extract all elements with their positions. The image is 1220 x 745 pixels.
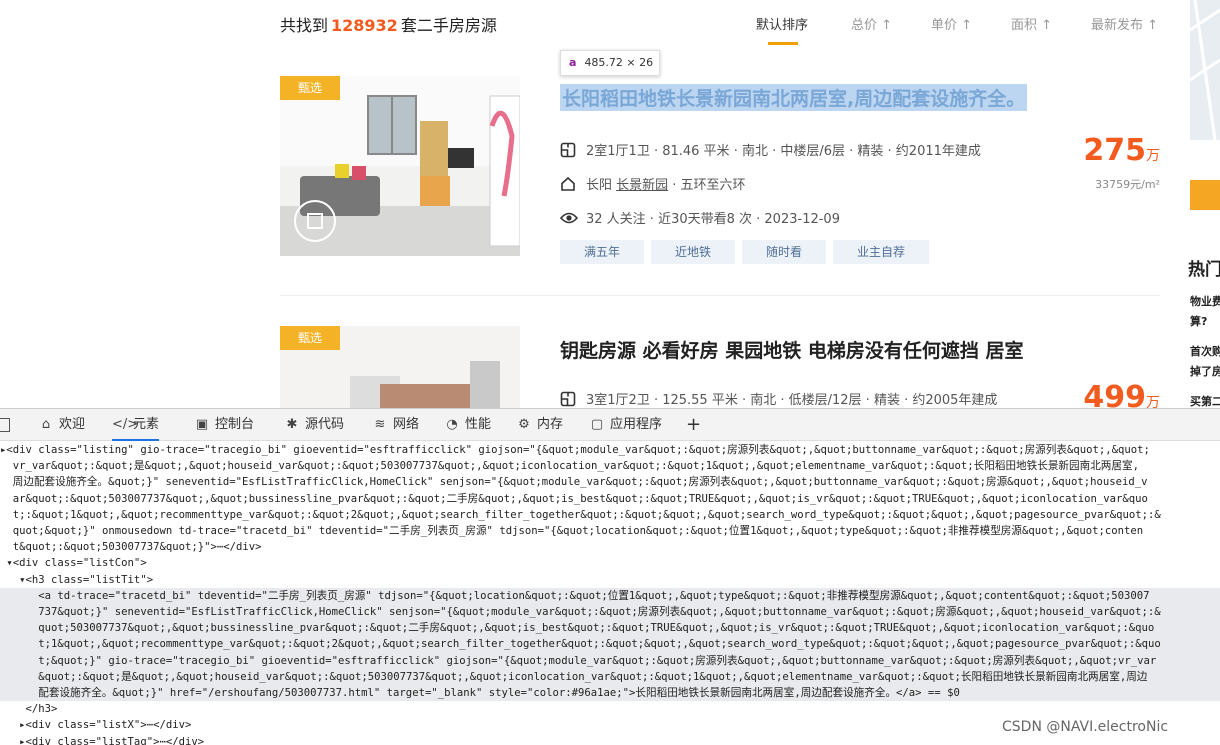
listing-divider	[280, 295, 1160, 296]
dom-tree-line[interactable]: <a td-trace="tracetd_bi" tdeventid="二手房_…	[0, 587, 1220, 604]
house-info: 2室1厅1卫 · 81.46 平米 · 南北 · 中楼层/6层 · 精装 · 约…	[560, 140, 981, 159]
home-icon	[560, 176, 576, 192]
hot-topic-item[interactable]: 物业费	[1190, 291, 1220, 312]
application-icon: ▢	[590, 417, 604, 432]
hot-topic-item[interactable]: 算?	[1190, 311, 1207, 332]
sort-active-underline	[768, 42, 798, 45]
dom-tree-line[interactable]: 配套设施齐全。&quot;}" href="/ershoufang/503007…	[0, 685, 1220, 702]
unit-price: 33759元/m²	[1095, 178, 1160, 191]
hot-topic-item[interactable]: 首次购	[1190, 341, 1220, 362]
tab-memory[interactable]: ⚙ 内存	[516, 409, 563, 441]
dom-tree-line[interactable]: quot;503007737&quot;,&quot;bussinessline…	[0, 620, 1220, 637]
listing-title[interactable]: 长阳稻田地铁长景新园南北两居室,周边配套设施齐全。	[560, 84, 1028, 111]
map-thumbnail[interactable]	[1190, 0, 1220, 140]
house-info: 3室1厅2卫 · 125.55 平米 · 南北 · 低楼层/12层 · 精装 ·…	[560, 389, 997, 408]
memory-icon: ⚙	[518, 417, 530, 432]
community-link[interactable]: 长景新园	[616, 178, 668, 193]
dom-tree-line[interactable]: &quot;:&quot;是&quot;,&quot;houseid_var&q…	[0, 668, 1220, 685]
result-summary: 共找到 128932 套二手房房源	[280, 16, 497, 35]
hot-topic-item[interactable]: 买第二	[1190, 391, 1220, 408]
inspect-tooltip: a 485.72 × 26	[560, 50, 660, 76]
listing-photo[interactable]: 甄选	[280, 76, 520, 256]
dom-tree-line[interactable]: ▾<h3 class="listTit">	[0, 572, 1220, 588]
dom-tree-line[interactable]: t;:&quot;1&quot;,&quot;recommenttype_var…	[0, 507, 1220, 523]
tab-console[interactable]: ▣ 控制台	[194, 409, 254, 441]
eye-icon	[559, 210, 579, 226]
dom-tree-line[interactable]: vr_var&quot;:&quot;是&quot;,&quot;houseid…	[0, 458, 1220, 474]
listing-card[interactable]: 甄选 钥匙房源 必看好房 果园地铁 电梯房没有任何遮挡 居室 3室1厅2卫 · …	[280, 326, 1160, 408]
hot-topic-item[interactable]: 掉了房	[1190, 361, 1220, 382]
featured-badge: 甄选	[280, 326, 340, 350]
dom-tree-line[interactable]: quot;&quot;}" onmousedown td-trace="trac…	[0, 523, 1220, 539]
listing-title[interactable]: 钥匙房源 必看好房 果园地铁 电梯房没有任何遮挡 居室	[560, 336, 1023, 363]
tag: 近地铁	[651, 240, 736, 264]
tab-network[interactable]: ≋ 网络	[372, 409, 419, 441]
elements-tree[interactable]: ▸<div class="listing" gio-trace="tracegi…	[0, 442, 1220, 745]
sources-icon: ✱	[286, 417, 298, 432]
watermark: CSDN @NAVI.electroNic	[1002, 719, 1169, 735]
featured-badge: 甄选	[280, 76, 340, 100]
hot-topics-heading: 热门	[1188, 260, 1220, 280]
performance-icon: ◔	[446, 417, 458, 432]
dom-tree-line[interactable]: ▾<div class="listCon">	[0, 555, 1220, 571]
tag: 业主自荐	[833, 240, 930, 264]
listing-photo[interactable]: 甄选	[280, 326, 520, 408]
devtools-panel: ⌂ 欢迎 </>元素 ▣ 控制台 ✱ 源代码 ≋ 网络 ◔ 性能 ⚙ 内存 ▢ 应用程序 + …	[0, 408, 1220, 745]
room-photo-1	[280, 76, 520, 256]
sort-area[interactable]: 面积 ↑	[1011, 14, 1052, 33]
map-button[interactable]	[1190, 180, 1220, 210]
device-toggle-icon[interactable]	[0, 418, 10, 432]
dom-tree-line[interactable]: ▸<div class="listTag">⋯</div>	[0, 734, 1220, 745]
dom-tree-line[interactable]: t;&quot;}" gio-trace="tracegio_bi" gioev…	[0, 652, 1220, 669]
dom-tree-line[interactable]: 737&quot;}" seneventid="EsfListTrafficCl…	[0, 604, 1220, 621]
tab-performance[interactable]: ◔ 性能	[444, 409, 491, 441]
dom-tree-line[interactable]: t&quot;:&quot;503007737&quot;}">⋯</div>	[0, 539, 1220, 555]
tab-elements[interactable]: </>元素	[112, 409, 160, 441]
console-icon: ▣	[195, 417, 209, 432]
house-follow-info: 32 人关注 · 近30天带看8 次 · 2023-12-09	[559, 208, 840, 227]
dom-tree-line[interactable]: ar&quot;:&quot;503007737&quot;,&quot;bus…	[0, 491, 1220, 507]
dom-tree-line[interactable]: 周边配套设施齐全。&quot;}" seneventid="EsfListTra…	[0, 474, 1220, 490]
total-price: 275万	[1083, 133, 1160, 168]
home-icon: ⌂	[41, 417, 51, 432]
devtools-tab-bar: ⌂ 欢迎 </>元素 ▣ 控制台 ✱ 源代码 ≋ 网络 ◔ 性能 ⚙ 内存 ▢ 应用程序 +	[0, 409, 1220, 441]
sort-bar: 默认排序 总价 ↑ 单价 ↑ 面积 ↑ 最新发布 ↑	[740, 14, 1170, 46]
floorplan-icon	[560, 391, 576, 407]
floorplan-icon	[560, 142, 576, 158]
tag: 满五年	[560, 240, 645, 264]
web-page: 共找到 128932 套二手房房源 默认排序 总价 ↑ 单价 ↑ 面积 ↑ 最新发布…	[0, 0, 1220, 408]
tag: 随时看	[742, 240, 827, 264]
network-icon: ≋	[374, 417, 386, 432]
dom-tree-line[interactable]: </h3>	[0, 701, 1220, 717]
house-location: 长阳 长景新园 · 五环至六环	[560, 174, 746, 193]
dom-tree-line[interactable]: t;1&quot;,&quot;recommenttype_var&quot;:…	[0, 636, 1220, 653]
tag-list: 满五年 近地铁 随时看 业主自荐	[560, 240, 936, 264]
sort-default[interactable]: 默认排序	[756, 14, 808, 33]
sort-newest[interactable]: 最新发布 ↑	[1091, 14, 1158, 33]
sort-unit-price[interactable]: 单价 ↑	[931, 14, 972, 33]
elements-icon: </>	[112, 417, 139, 432]
add-tab-button[interactable]: +	[686, 409, 701, 441]
listing-card[interactable]: 甄选 长阳稻田地铁长景新园南北两居室,周边配套设施齐全。 2室1厅1卫 · 81…	[280, 76, 1160, 266]
tab-application[interactable]: ▢ 应用程序	[589, 409, 662, 441]
sort-total-price[interactable]: 总价 ↑	[851, 14, 892, 33]
tab-welcome[interactable]: ⌂ 欢迎	[38, 409, 85, 441]
total-price: 499万	[1083, 380, 1160, 408]
dom-tree-line[interactable]: ▸<div class="listing" gio-trace="tracegi…	[0, 442, 1220, 458]
result-count: 128932	[331, 16, 398, 35]
tab-sources[interactable]: ✱ 源代码	[284, 409, 344, 441]
